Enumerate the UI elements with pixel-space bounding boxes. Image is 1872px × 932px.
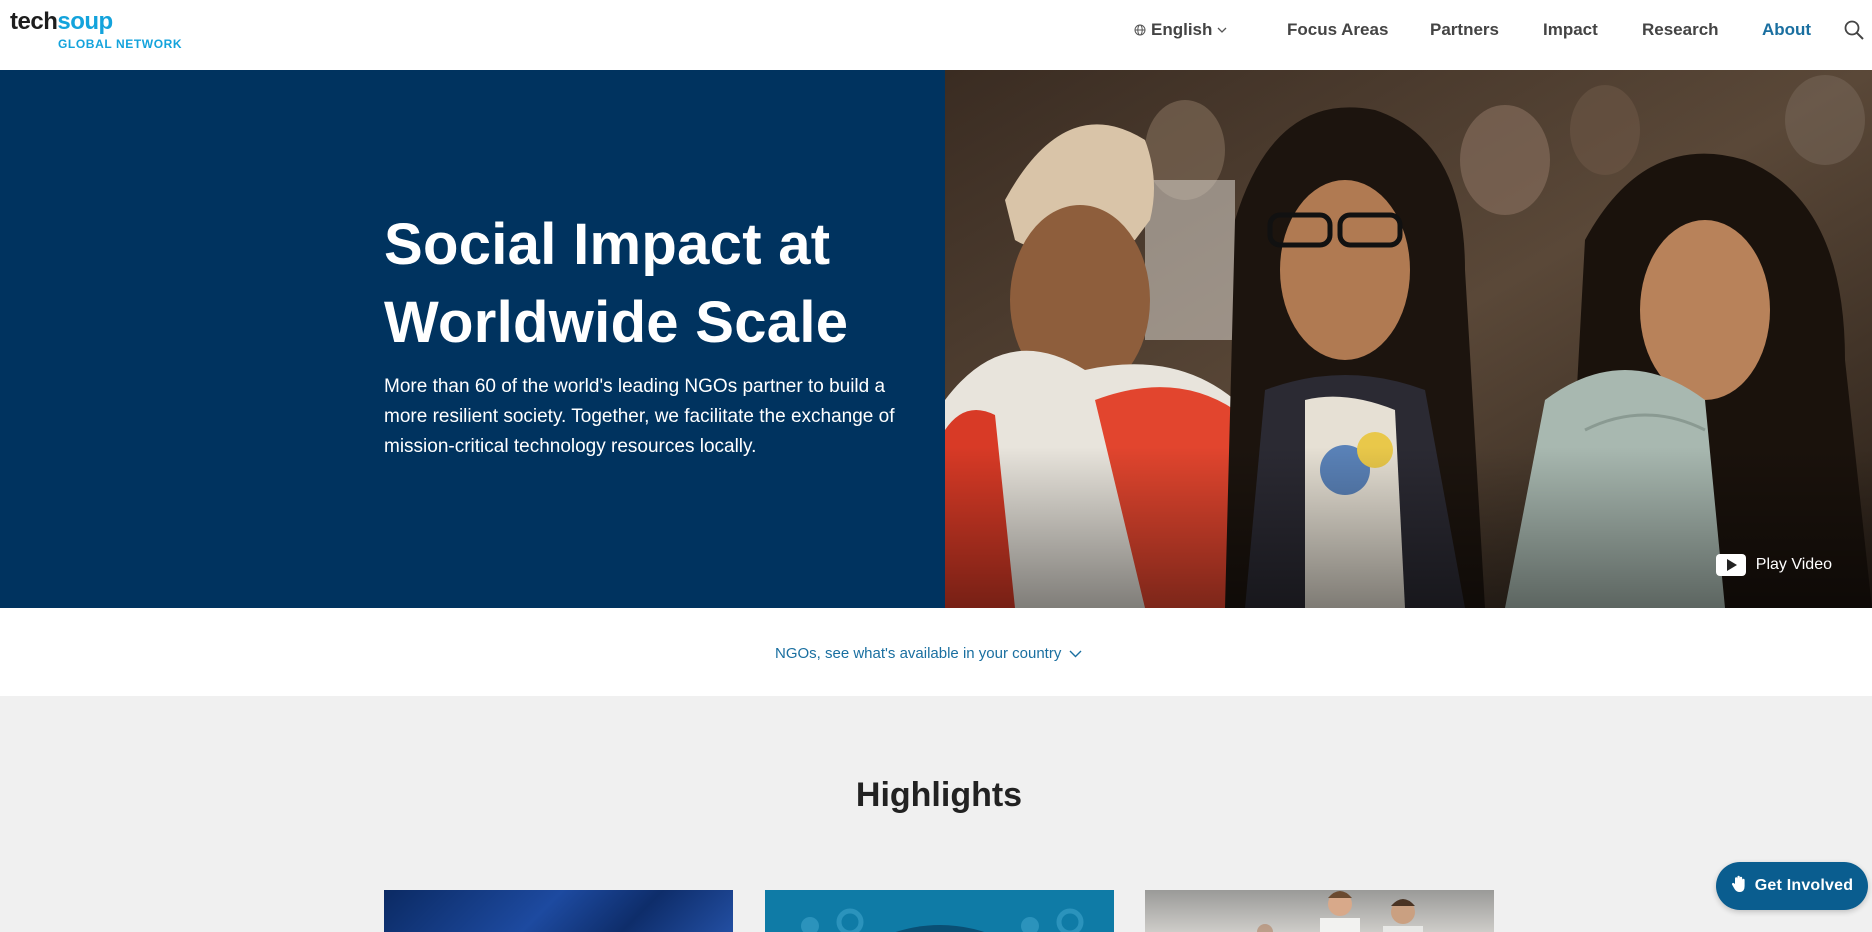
logo-part-soup: soup <box>57 8 113 35</box>
play-video-button[interactable]: Play Video <box>1715 554 1832 576</box>
get-involved-label: Get Involved <box>1754 877 1854 894</box>
nav-impact[interactable]: Impact <box>1543 20 1598 40</box>
country-bar: NGOs, see what's available in your count… <box>0 608 1872 696</box>
chevron-down-icon <box>1069 645 1082 662</box>
chevron-down-icon <box>1217 26 1227 34</box>
hero-text-panel: Social Impact at Worldwide Scale More th… <box>0 70 945 608</box>
country-availability-link[interactable]: NGOs, see what's available in your count… <box>775 645 1082 662</box>
logo-subtitle: GLOBAL NETWORK <box>58 37 183 51</box>
nav-research[interactable]: Research <box>1642 20 1719 40</box>
language-selector[interactable]: English <box>1134 20 1227 40</box>
globe-icon <box>1134 24 1146 36</box>
highlights-section: Highlights <box>0 696 1872 932</box>
nav-focus-areas[interactable]: Focus Areas <box>1287 20 1388 40</box>
hero-section: Social Impact at Worldwide Scale More th… <box>0 70 1872 608</box>
techsoup-logo[interactable]: techsoup GLOBAL NETWORK <box>10 8 183 54</box>
nav-about[interactable]: About <box>1762 20 1811 40</box>
play-icon <box>1715 554 1746 576</box>
country-link-label: NGOs, see what's available in your count… <box>775 645 1062 662</box>
language-label: English <box>1151 20 1213 39</box>
get-involved-button[interactable]: Get Involved <box>1716 862 1868 910</box>
hero-title: Social Impact at Worldwide Scale <box>384 212 849 355</box>
hero-photo: Play Video <box>945 70 1872 608</box>
highlights-title: Highlights <box>855 776 1023 814</box>
highlight-card-2[interactable] <box>765 890 1114 932</box>
play-video-label: Play Video <box>1755 556 1832 573</box>
logo-wordmark: techsoup <box>10 8 113 36</box>
search-icon[interactable] <box>1843 19 1865 41</box>
logo-part-tech: tech <box>10 8 58 35</box>
highlight-card-3[interactable] <box>1145 890 1494 932</box>
hero-description: More than 60 of the world's leading NGOs… <box>384 376 895 457</box>
hand-icon <box>1731 875 1747 898</box>
highlight-card-1[interactable] <box>384 890 733 932</box>
site-header: techsoup GLOBAL NETWORK English Focus Ar… <box>0 0 1872 70</box>
nav-partners[interactable]: Partners <box>1430 20 1499 40</box>
